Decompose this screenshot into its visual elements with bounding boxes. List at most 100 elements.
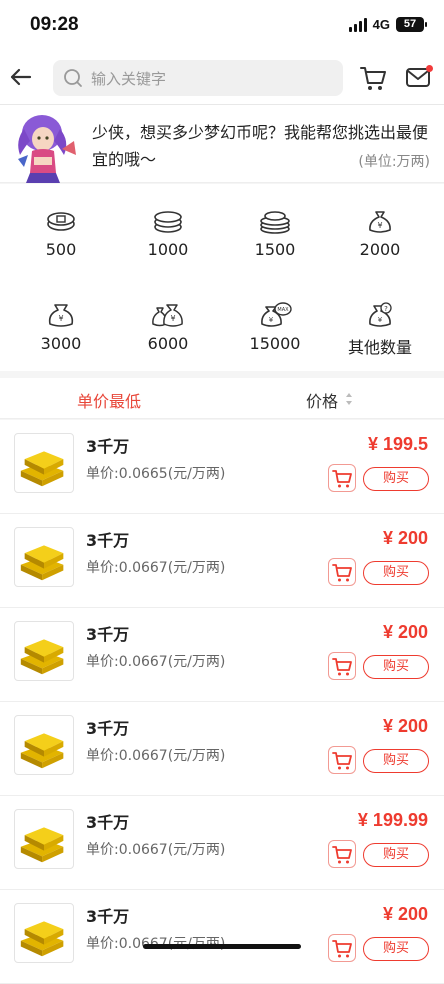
item-title: 3千万 (86, 907, 130, 926)
quantity-label: 2000 (359, 240, 401, 259)
gold-bars-thumbnail (14, 621, 74, 681)
quantity-option-1500[interactable]: 1500 (222, 208, 328, 259)
quantity-option-2000[interactable]: ¥ 2000 (327, 208, 433, 259)
listing-list: 3千万 单价:0.0665(元/万两) ¥ 199.5 购买 3千万 单价:0.… (0, 420, 444, 984)
cart-icon (332, 846, 352, 864)
coins-small-icon (47, 212, 75, 231)
money-bag-yen-icon: ¥ (48, 304, 74, 327)
quantity-option-15000[interactable]: MAX ¥ 15000 (222, 302, 328, 353)
item-price: ¥ 200 (382, 528, 428, 548)
cart-icon[interactable] (358, 64, 388, 92)
listing-item[interactable]: 3千万 单价:0.0667(元/万两) ¥ 200 购买 (0, 514, 444, 608)
quantity-grid: 500 1000 1500 ¥ 2000 ¥ 3000 ¥ 6000 MAX ¥… (0, 184, 444, 371)
gold-bars-thumbnail (14, 903, 74, 963)
buy-button[interactable]: 购买 (363, 655, 429, 679)
buy-button[interactable]: 购买 (363, 843, 429, 867)
add-to-cart-button[interactable] (328, 746, 356, 774)
network-type: 4G (372, 17, 390, 32)
gold-bars-thumbnail (14, 527, 74, 587)
add-to-cart-button[interactable] (328, 934, 356, 962)
item-title: 3千万 (86, 437, 130, 456)
buy-button[interactable]: 购买 (363, 561, 429, 585)
listing-item[interactable]: 3千万 单价:0.0667(元/万两) ¥ 200 购买 (0, 890, 444, 984)
coins-stack-icon (154, 211, 182, 233)
money-bag-max-icon: MAX ¥ (261, 302, 292, 327)
sort-lowest-unit-price[interactable]: 单价最低 (77, 388, 141, 412)
cart-icon (332, 752, 352, 770)
add-to-cart-button[interactable] (328, 652, 356, 680)
signal-icon (348, 17, 367, 32)
quantity-label: 1000 (147, 240, 189, 259)
listing-item[interactable]: 3千万 单价:0.0665(元/万两) ¥ 199.5 购买 (0, 420, 444, 514)
cart-icon (332, 658, 352, 676)
coins-large-stack-icon (260, 211, 290, 234)
buy-button[interactable]: 购买 (363, 467, 429, 491)
quantity-label: 3000 (40, 334, 82, 353)
money-bags-icon: ¥ (152, 304, 183, 327)
money-bag-icon: ¥ (369, 211, 391, 233)
battery-icon: 57 (396, 17, 427, 32)
listing-item[interactable]: 3千万 单价:0.0667(元/万两) ¥ 200 购买 (0, 608, 444, 702)
item-unit-price: 单价:0.0667(元/万两) (86, 560, 226, 576)
search-placeholder: 输入关键字 (91, 69, 167, 88)
home-indicator[interactable] (143, 944, 301, 949)
item-unit-price: 单价:0.0667(元/万两) (86, 842, 226, 858)
buy-button[interactable]: 购买 (363, 937, 429, 961)
svg-text:¥: ¥ (378, 316, 383, 324)
gold-bars-thumbnail (14, 433, 74, 493)
cart-icon (332, 940, 352, 958)
svg-text:¥: ¥ (377, 221, 382, 230)
svg-text:¥: ¥ (58, 314, 63, 323)
quantity-option-other[interactable]: ? ¥ 其他数量 (327, 302, 433, 358)
add-to-cart-button[interactable] (328, 840, 356, 868)
listing-item[interactable]: 3千万 单价:0.0667(元/万两) ¥ 200 购买 (0, 702, 444, 796)
message-button[interactable] (404, 64, 434, 92)
status-time: 09:28 (30, 14, 79, 35)
svg-text:?: ? (384, 305, 388, 313)
status-bar: 09:28 4G 57 (0, 0, 444, 52)
item-price: ¥ 200 (382, 622, 428, 642)
cart-icon (332, 564, 352, 582)
quantity-option-1000[interactable]: 1000 (115, 208, 221, 259)
sort-bar: 单价最低 价格 (0, 378, 444, 419)
top-nav: 输入关键字 (0, 52, 444, 105)
quantity-label: 6000 (147, 334, 189, 353)
item-title: 3千万 (86, 625, 130, 644)
item-price: ¥ 200 (382, 716, 428, 736)
item-title: 3千万 (86, 719, 130, 738)
item-price: ¥ 200 (382, 904, 428, 924)
intro-banner: 少侠，想买多少梦幻币呢？我能帮您挑选出最便宜的哦～ (单位:万两) (0, 105, 444, 183)
item-title: 3千万 (86, 813, 130, 832)
add-to-cart-button[interactable] (328, 464, 356, 492)
quantity-option-500[interactable]: 500 (8, 208, 114, 259)
add-to-cart-button[interactable] (328, 558, 356, 586)
item-unit-price: 单价:0.0667(元/万两) (86, 933, 225, 953)
search-icon (64, 69, 82, 87)
item-price: ¥ 199.99 (357, 810, 428, 830)
unit-note: (单位:万两) (358, 154, 430, 170)
money-bag-question-icon: ? ¥ (369, 302, 392, 327)
quantity-label: 500 (45, 240, 77, 259)
quantity-option-3000[interactable]: ¥ 3000 (8, 302, 114, 353)
back-arrow-icon[interactable] (6, 62, 36, 92)
sort-arrows-icon[interactable] (345, 391, 353, 407)
item-unit-price: 单价:0.0665(元/万两) (86, 466, 226, 482)
search-input[interactable]: 输入关键字 (53, 60, 343, 96)
cart-icon (332, 470, 352, 488)
item-price: ¥ 199.5 (367, 434, 428, 454)
quantity-label: 1500 (254, 240, 296, 259)
status-indicators: 4G 57 (348, 17, 427, 32)
gold-bars-thumbnail (14, 715, 74, 775)
listing-item[interactable]: 3千万 单价:0.0667(元/万两) ¥ 199.99 购买 (0, 796, 444, 890)
quantity-label: 15000 (249, 334, 301, 353)
notification-dot (426, 65, 433, 72)
svg-text:¥: ¥ (269, 316, 274, 324)
sort-price[interactable]: 价格 (306, 388, 338, 412)
item-unit-price: 单价:0.0667(元/万两) (86, 654, 226, 670)
item-title: 3千万 (86, 531, 130, 550)
mascot-avatar (18, 115, 76, 183)
svg-text:¥: ¥ (170, 314, 175, 323)
buy-button[interactable]: 购买 (363, 749, 429, 773)
svg-text:MAX: MAX (277, 307, 289, 313)
quantity-option-6000[interactable]: ¥ 6000 (115, 302, 221, 353)
